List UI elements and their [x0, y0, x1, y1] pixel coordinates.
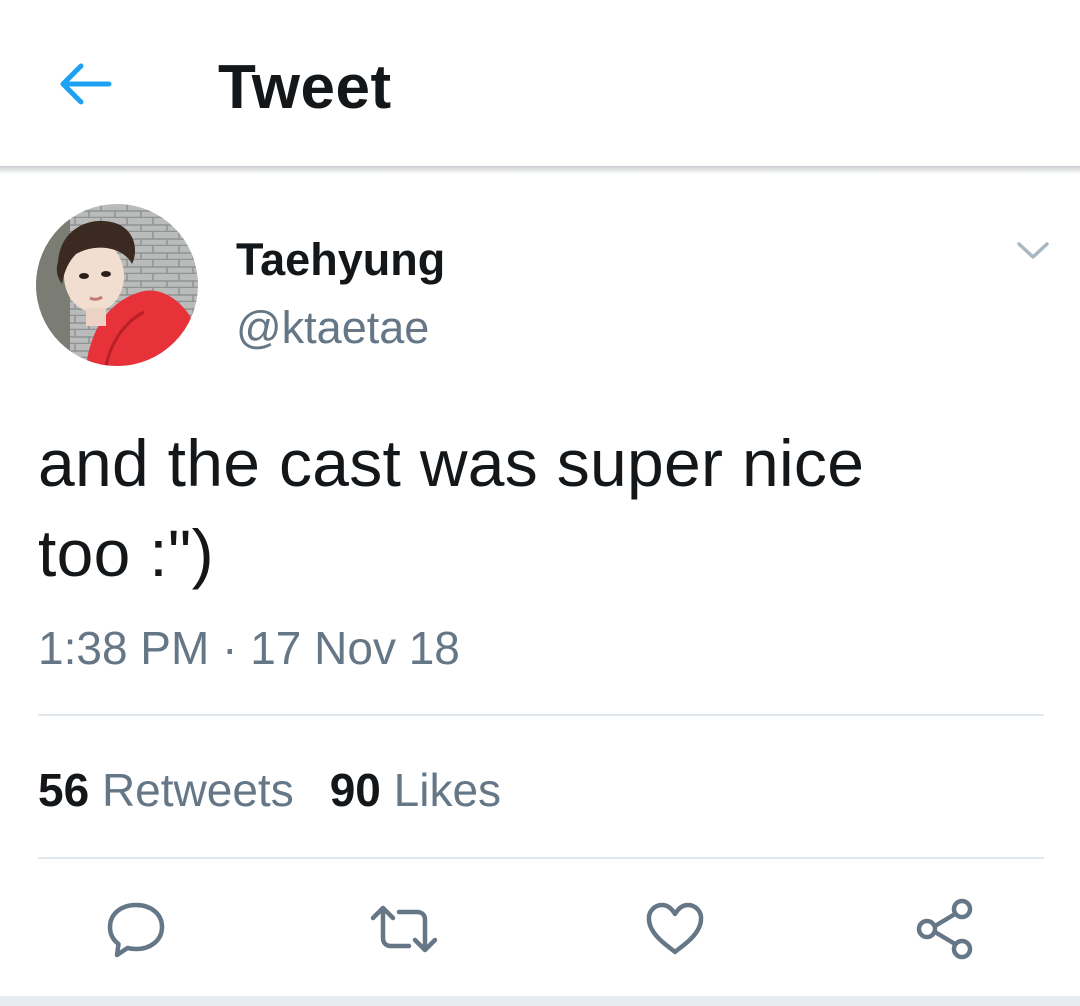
share-button[interactable] — [910, 896, 980, 962]
likes-stat[interactable]: 90 Likes — [330, 760, 501, 820]
share-icon — [916, 898, 973, 960]
tweet-text: and the cast was super nice too :") — [38, 418, 1028, 598]
reply-button[interactable] — [101, 896, 171, 962]
divider — [38, 857, 1044, 859]
retweet-button[interactable] — [369, 896, 439, 962]
likes-label: Likes — [393, 764, 502, 816]
top-app-bar: Tweet — [0, 0, 1080, 168]
like-button[interactable] — [640, 896, 710, 962]
header-divider — [0, 166, 1080, 174]
bottom-edge — [0, 996, 1080, 1006]
page-title: Tweet — [218, 53, 392, 122]
retweet-icon — [370, 905, 438, 953]
divider — [38, 714, 1044, 716]
author-handle[interactable]: @ktaetae — [236, 300, 429, 356]
tweet-stats: 56 Retweets 90 Likes — [38, 760, 537, 820]
author-display-name[interactable]: Taehyung — [236, 232, 445, 288]
tweet-options-button[interactable] — [1010, 232, 1056, 270]
tweet-text-line: too :") — [38, 516, 214, 590]
profile-photo — [36, 204, 198, 366]
avatar[interactable] — [36, 204, 198, 366]
chevron-down-icon — [1017, 242, 1049, 259]
retweets-count: 56 — [38, 764, 90, 816]
retweets-stat[interactable]: 56 Retweets — [38, 760, 294, 820]
retweets-label: Retweets — [101, 764, 294, 816]
reply-bubble-icon — [107, 902, 165, 958]
arrow-left-icon — [60, 63, 112, 105]
back-button[interactable] — [54, 58, 116, 110]
heart-icon — [646, 902, 704, 955]
likes-count: 90 — [329, 764, 381, 816]
tweet-text-line: and the cast was super nice — [38, 426, 865, 500]
tweet-timestamp: 1:38 PM · 17 Nov 18 — [38, 622, 460, 674]
